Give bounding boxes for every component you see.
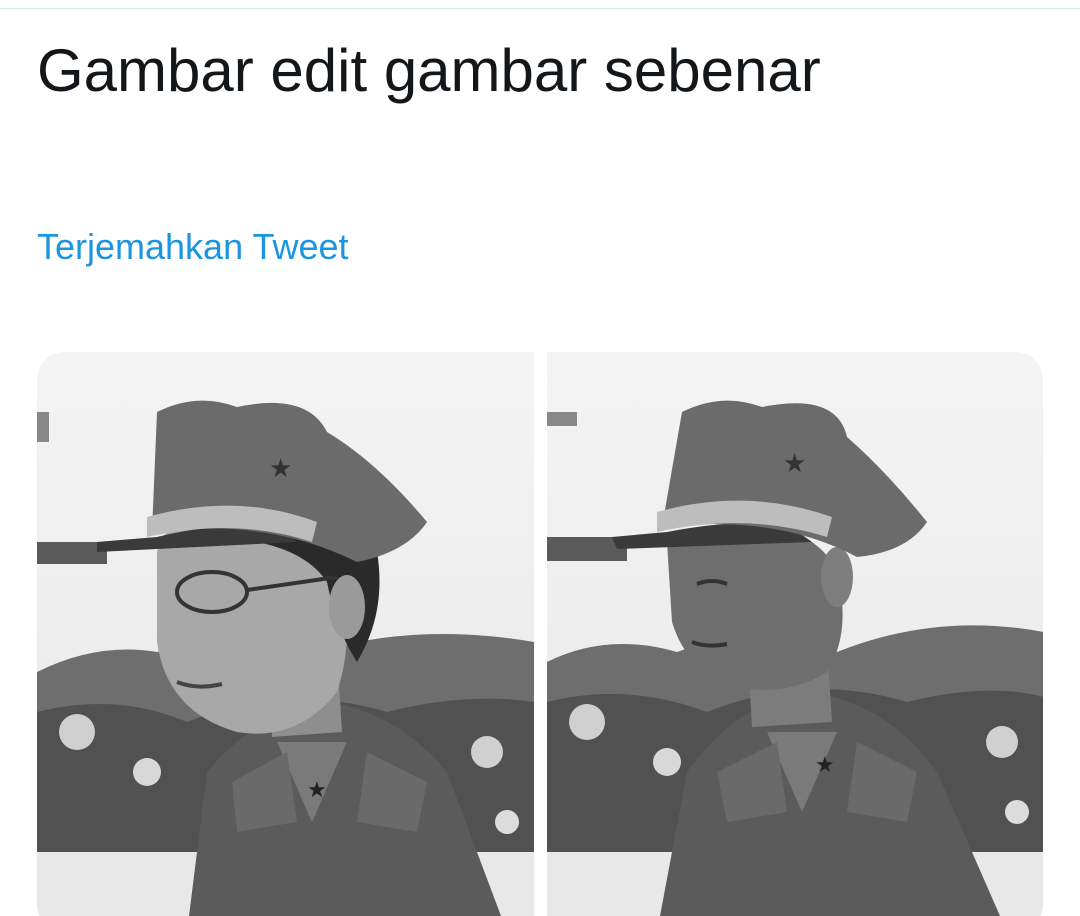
tweet-text: Gambar edit gambar sebenar (37, 37, 821, 104)
svg-text:★: ★ (783, 449, 806, 479)
photo-illustration: ★ ★ (546, 352, 1043, 916)
tweet-photo-edited[interactable]: ★ ★ (37, 352, 534, 916)
tweet-media-grid: ★ ★ ★ ★ (37, 352, 1043, 916)
translate-tweet-link[interactable]: Terjemahkan Tweet (37, 224, 349, 270)
svg-text:★: ★ (269, 454, 292, 484)
photo-illustration: ★ ★ (37, 352, 534, 916)
tweet-photo-original[interactable]: ★ ★ (546, 352, 1043, 916)
svg-text:★: ★ (815, 753, 835, 778)
svg-text:★: ★ (307, 778, 327, 803)
top-divider (0, 8, 1080, 9)
